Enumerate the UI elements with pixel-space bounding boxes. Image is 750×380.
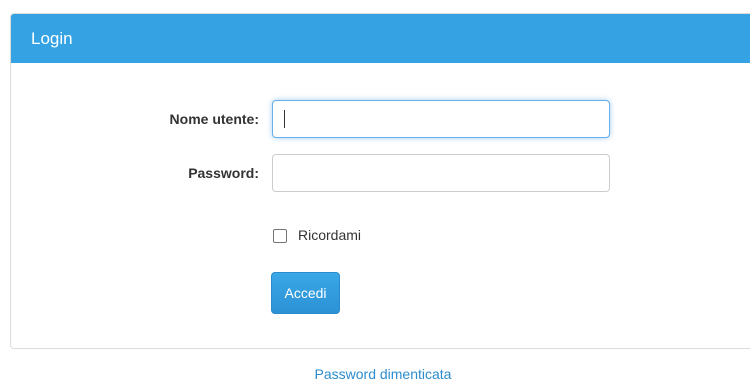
- password-input[interactable]: [272, 154, 610, 192]
- remember-me-checkbox[interactable]: [273, 229, 287, 243]
- login-page: Login Nome utente: Password: Ricordami A…: [0, 0, 750, 380]
- panel-title: Login: [31, 28, 73, 48]
- username-label: Nome utente:: [169, 111, 259, 127]
- password-label: Password:: [188, 165, 259, 181]
- login-button[interactable]: Accedi: [271, 272, 340, 314]
- text-caret: [284, 110, 285, 128]
- remember-me-label[interactable]: Ricordami: [298, 227, 361, 243]
- login-panel-header: Login: [11, 14, 750, 63]
- username-input[interactable]: [272, 100, 610, 138]
- forgot-password-link[interactable]: Password dimenticata: [0, 366, 750, 380]
